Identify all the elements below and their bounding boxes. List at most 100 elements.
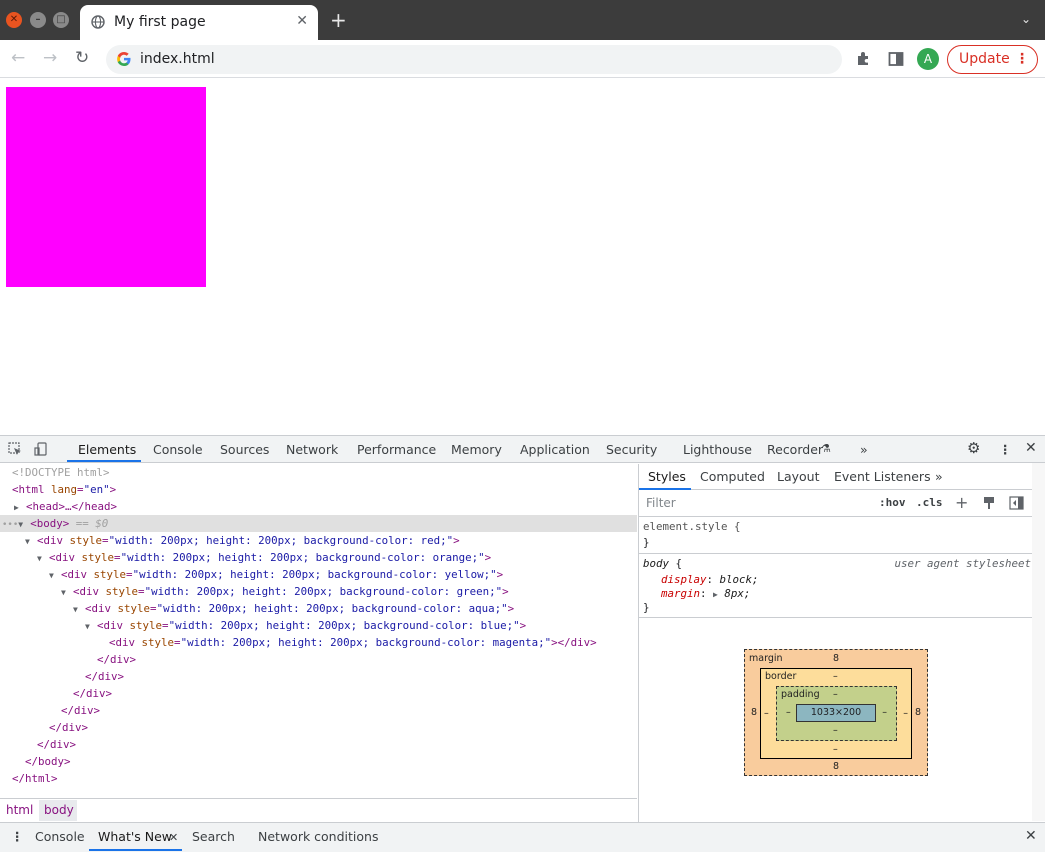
forward-arrow-icon[interactable]: → (43, 48, 57, 68)
drawer-tab-search[interactable]: Search (192, 829, 235, 844)
box-model-border[interactable]: border – – – – padding – – – – 1033×200 (760, 668, 912, 759)
tab-application[interactable]: Application (520, 442, 590, 457)
dom-body-close[interactable]: </body> (25, 753, 71, 770)
back-arrow-icon[interactable]: ← (11, 48, 25, 68)
tab-computed[interactable]: Computed (700, 469, 765, 484)
border-left-value[interactable]: – (764, 708, 769, 719)
tab-search-chevron-icon[interactable]: ⌄ (1021, 12, 1031, 26)
toggle-sidebar-icon[interactable] (1009, 496, 1024, 510)
tab-lighthouse[interactable]: Lighthouse (683, 442, 752, 457)
profile-avatar[interactable]: A (917, 48, 939, 70)
dom-div-blue[interactable]: ▼ <div style="width: 200px; height: 200px… (85, 617, 526, 634)
breadcrumb-body[interactable]: body (44, 803, 74, 817)
class-toggle[interactable]: .cls (916, 496, 943, 509)
close-window-button[interactable]: ✕ (6, 12, 22, 28)
collapse-triangle-icon[interactable]: ▼ (49, 567, 61, 584)
new-rule-plus-icon[interactable]: + (955, 493, 968, 512)
dom-div-close[interactable]: </div> (85, 668, 124, 685)
tab-event-listeners[interactable]: Event Listeners (834, 469, 931, 484)
css-prop-display[interactable]: display: block; (661, 573, 759, 586)
element-style-selector[interactable]: element.style { (643, 520, 741, 533)
tab-console[interactable]: Console (153, 442, 203, 457)
rule-selector[interactable]: body { (643, 557, 682, 570)
collapse-triangle-icon[interactable]: ▼ (61, 584, 73, 601)
collapse-triangle-icon[interactable]: ▼ (37, 550, 49, 567)
tab-sources[interactable]: Sources (220, 442, 269, 457)
dom-div-close[interactable]: </div> (37, 736, 76, 753)
dom-div-green[interactable]: ▼ <div style="width: 200px; height: 200px… (61, 583, 509, 600)
close-drawer-icon[interactable]: ✕ (1025, 828, 1037, 844)
tab-security[interactable]: Security (606, 442, 657, 457)
dom-div-close[interactable]: </div> (97, 651, 136, 668)
more-tabs-chevron-icon[interactable]: » (860, 442, 868, 457)
tab-memory[interactable]: Memory (451, 442, 502, 457)
dom-div-magenta[interactable]: <div style="width: 200px; height: 200px;… (109, 634, 597, 651)
collapse-triangle-icon[interactable]: ▼ (73, 601, 85, 618)
new-tab-button[interactable]: + (330, 8, 347, 32)
device-toolbar-icon[interactable] (34, 442, 48, 456)
css-prop-margin[interactable]: margin: ▶ 8px; (661, 587, 750, 600)
tab-close-icon[interactable]: ✕ (296, 13, 308, 29)
dom-div-yellow[interactable]: ▼ <div style="width: 200px; height: 200px… (49, 566, 503, 583)
drawer-tab-network-conditions[interactable]: Network conditions (258, 829, 378, 844)
inspect-element-icon[interactable] (8, 442, 22, 456)
collapse-triangle-icon[interactable]: ▼ (18, 516, 30, 533)
close-whats-new-icon[interactable]: ✕ (169, 831, 178, 844)
box-model-content-size[interactable]: 1033×200 (796, 704, 876, 722)
styles-filter-input[interactable]: Filter (646, 496, 676, 510)
dom-head-node[interactable]: ▶ <head>…</head> (14, 498, 117, 515)
devtools-menu-dots-icon[interactable]: ⋮ (999, 442, 1012, 457)
update-button[interactable]: Update ⋮ (947, 45, 1038, 74)
margin-bottom-value[interactable]: 8 (833, 761, 839, 772)
drawer-menu-dots-icon[interactable]: ⋮ (11, 829, 24, 844)
collapse-triangle-icon[interactable]: ▼ (25, 533, 37, 550)
border-top-value[interactable]: – (833, 671, 838, 682)
dom-div-aqua[interactable]: ▼ <div style="width: 200px; height: 200px… (73, 600, 514, 617)
side-panel-icon[interactable] (887, 50, 905, 68)
border-right-value[interactable]: – (903, 708, 908, 719)
margin-left-value[interactable]: 8 (751, 707, 757, 718)
padding-left-value[interactable]: – (786, 707, 791, 718)
dom-html-close[interactable]: </html> (12, 770, 58, 787)
dom-div-red[interactable]: ▼ <div style="width: 200px; height: 200px… (25, 532, 460, 549)
padding-bottom-value[interactable]: – (833, 725, 838, 736)
padding-right-value[interactable]: – (882, 707, 887, 718)
margin-right-value[interactable]: 8 (915, 707, 921, 718)
drawer-tab-whats-new[interactable]: What's New (98, 829, 172, 844)
dom-div-orange[interactable]: ▼ <div style="width: 200px; height: 200px… (37, 549, 491, 566)
settings-gear-icon[interactable]: ⚙ (967, 439, 980, 457)
reload-icon[interactable]: ↻ (75, 48, 89, 68)
tab-performance[interactable]: Performance (357, 442, 436, 457)
collapse-triangle-icon[interactable]: ▼ (85, 618, 97, 635)
dom-doctype[interactable]: <!DOCTYPE html> (12, 464, 110, 481)
tab-elements[interactable]: Elements (78, 442, 136, 457)
dom-body-node[interactable]: •••▼ <body> == $0 (2, 515, 108, 532)
hover-state-toggle[interactable]: :hov (879, 496, 906, 509)
dom-div-close[interactable]: </div> (61, 702, 100, 719)
more-tabs-chevron-icon[interactable]: » (935, 469, 943, 484)
ellipsis-icon[interactable]: ••• (2, 520, 18, 530)
tab-network[interactable]: Network (286, 442, 338, 457)
minimize-window-button[interactable]: – (30, 12, 46, 28)
maximize-window-button[interactable]: □ (53, 12, 69, 28)
expand-triangle-icon[interactable]: ▶ (713, 590, 718, 599)
address-bar[interactable]: index.html (106, 45, 842, 74)
styles-scrollbar[interactable] (1032, 463, 1045, 821)
dom-div-close[interactable]: </div> (49, 719, 88, 736)
tab-styles[interactable]: Styles (648, 469, 686, 484)
paint-brush-icon[interactable] (982, 496, 996, 510)
padding-top-value[interactable]: – (833, 689, 838, 700)
border-bottom-value[interactable]: – (833, 744, 838, 755)
drawer-tab-console[interactable]: Console (35, 829, 85, 844)
browser-tab[interactable]: My first page ✕ (80, 5, 318, 40)
box-model-padding[interactable]: padding – – – – 1033×200 (776, 686, 897, 741)
breadcrumb-html[interactable]: html (6, 803, 33, 817)
margin-top-value[interactable]: 8 (833, 653, 839, 664)
extensions-puzzle-icon[interactable] (855, 50, 873, 68)
dom-div-close[interactable]: </div> (73, 685, 112, 702)
menu-dots-icon[interactable]: ⋮ (1015, 51, 1029, 67)
tab-recorder[interactable]: Recorder (767, 442, 823, 457)
close-devtools-icon[interactable]: ✕ (1025, 440, 1037, 456)
box-model-margin[interactable]: margin 8 8 8 8 border – – – – padding – … (744, 649, 928, 776)
expand-triangle-icon[interactable]: ▶ (14, 499, 26, 516)
